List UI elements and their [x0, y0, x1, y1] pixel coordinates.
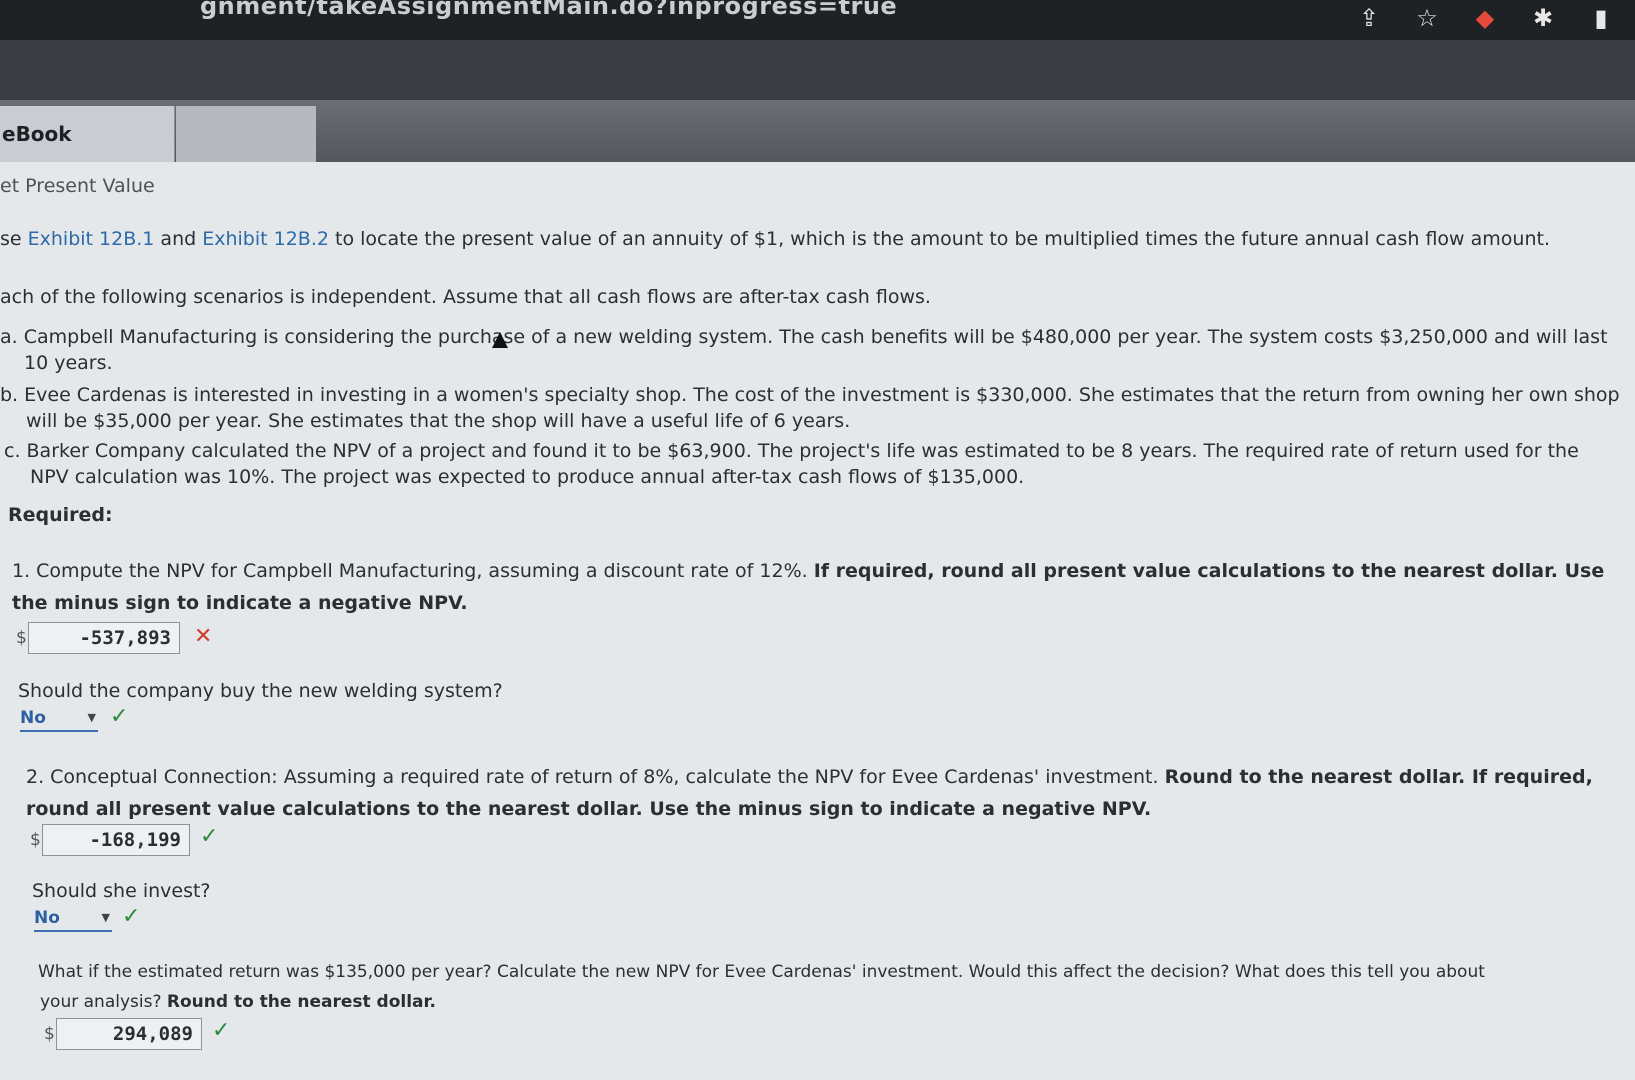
- q2-correct-icon: ✓: [200, 824, 219, 849]
- scenario-b-line1: b. Evee Cardenas is interested in invest…: [0, 384, 1620, 406]
- q2-followup-line1: What if the estimated return was $135,00…: [38, 962, 1485, 982]
- q2-followup-correct-icon: ✓: [212, 1018, 231, 1043]
- tab-blank[interactable]: [176, 106, 316, 162]
- scenarios-intro: ach of the following scenarios is indepe…: [0, 286, 931, 308]
- scenario-b-line2: will be $35,000 per year. She estimates …: [26, 410, 851, 432]
- sidebar-icon[interactable]: ▮: [1587, 4, 1615, 32]
- star-icon[interactable]: ☆: [1413, 4, 1441, 32]
- scenario-c-line1: c. Barker Company calculated the NPV of …: [4, 440, 1579, 462]
- intro-suffix: to locate the present value of an annuit…: [328, 228, 1550, 250]
- q1-currency: $: [16, 628, 27, 648]
- tab-ebook[interactable]: eBook: [0, 106, 175, 162]
- mouse-cursor-icon: [492, 332, 508, 348]
- share-icon[interactable]: ⇪: [1355, 4, 1383, 32]
- scenario-a-line1: a. Campbell Manufacturing is considering…: [0, 326, 1608, 348]
- q2-answer-input[interactable]: -168,199: [42, 824, 190, 856]
- browser-strip: [0, 40, 1635, 100]
- q2-select-correct-icon: ✓: [122, 904, 141, 929]
- q1-select-correct-icon: ✓: [110, 704, 129, 729]
- q2-followup-answer-input[interactable]: 294,089: [56, 1018, 202, 1050]
- q2-line2: round all present value calculations to …: [26, 798, 1152, 820]
- required-heading: Required:: [8, 504, 113, 526]
- intro-and: and: [154, 228, 203, 250]
- url-text[interactable]: gnment/takeAssignmentMain.do?inprogress=…: [200, 0, 897, 20]
- q1-bold1: If required, round all present value cal…: [813, 560, 1605, 582]
- q2-currency: $: [30, 830, 41, 850]
- q2-line1: 2. Conceptual Connection: Assuming a req…: [26, 766, 1593, 788]
- q2-text: 2. Conceptual Connection: Assuming a req…: [26, 766, 1165, 788]
- q2-followup-text: your analysis?: [40, 992, 167, 1012]
- q2-followup-currency: $: [44, 1024, 55, 1044]
- q1-sub-question: Should the company buy the new welding s…: [18, 680, 503, 702]
- q1-select-value: No: [20, 708, 46, 728]
- intro-line: se Exhibit 12B.1 and Exhibit 12B.2 to lo…: [0, 228, 1550, 250]
- exhibit-12b2-link[interactable]: Exhibit 12B.2: [202, 228, 329, 250]
- chevron-down-icon: ▼: [101, 911, 110, 924]
- scenario-a-line2: 10 years.: [24, 352, 113, 374]
- q2-select-value: No: [34, 908, 60, 928]
- intro-prefix: se: [0, 228, 28, 250]
- q1-text: 1. Compute the NPV for Campbell Manufact…: [12, 560, 814, 582]
- q2-followup-bold: Round to the nearest dollar.: [166, 992, 436, 1012]
- browser-title-bar: gnment/takeAssignmentMain.do?inprogress=…: [0, 0, 1635, 40]
- browser-toolbar-icons: ⇪ ☆ ◆ ✱ ▮: [1355, 4, 1615, 32]
- q2-sub-question: Should she invest?: [32, 880, 211, 902]
- page-title: et Present Value: [0, 175, 155, 197]
- q1-incorrect-icon: ✕: [194, 624, 213, 649]
- q1-answer-input[interactable]: -537,893: [28, 622, 180, 654]
- q2-decision-select[interactable]: No ▼: [34, 908, 112, 932]
- extension-red-icon[interactable]: ◆: [1471, 4, 1499, 32]
- exhibit-12b1-link[interactable]: Exhibit 12B.1: [28, 228, 155, 250]
- scenario-c-line2: NPV calculation was 10%. The project was…: [30, 466, 1025, 488]
- q1-decision-select[interactable]: No ▼: [20, 708, 98, 732]
- q2-bold1: Round to the nearest dollar. If required…: [1164, 766, 1593, 788]
- chevron-down-icon: ▼: [87, 711, 96, 724]
- q2-followup-line2: your analysis? Round to the nearest doll…: [40, 992, 436, 1012]
- q1-line1: 1. Compute the NPV for Campbell Manufact…: [12, 560, 1604, 582]
- q1-line2: the minus sign to indicate a negative NP…: [12, 592, 468, 614]
- puzzle-icon[interactable]: ✱: [1529, 4, 1557, 32]
